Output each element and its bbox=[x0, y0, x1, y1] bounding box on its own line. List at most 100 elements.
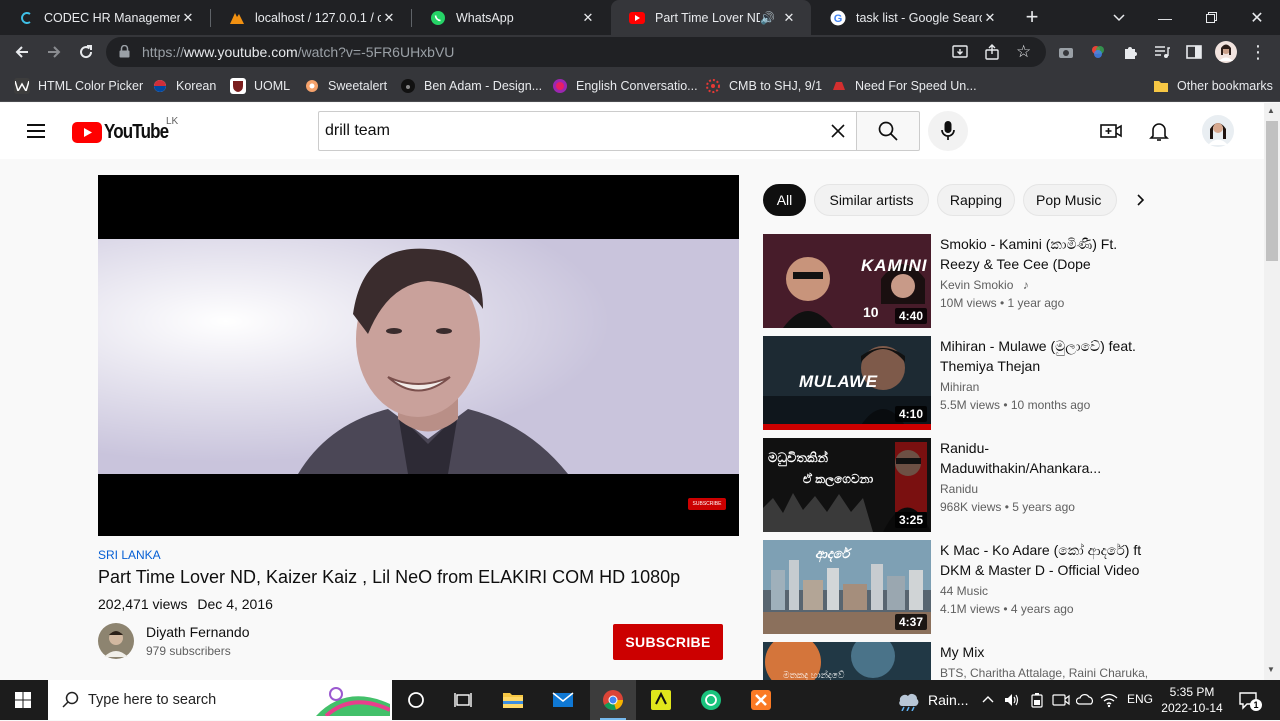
clear-search-icon[interactable] bbox=[829, 122, 847, 145]
search-input[interactable] bbox=[325, 112, 815, 150]
task-view-icon[interactable] bbox=[393, 680, 439, 720]
tab-codec[interactable]: CODEC HR Management ✕ bbox=[0, 0, 210, 35]
upload-date: Dec 4, 2016 bbox=[197, 596, 273, 612]
volume-icon[interactable] bbox=[1004, 692, 1020, 713]
share-icon[interactable] bbox=[984, 44, 1000, 65]
close-tab-icon[interactable]: ✕ bbox=[982, 10, 998, 26]
back-icon[interactable] bbox=[8, 38, 36, 66]
minimize-icon[interactable]: — bbox=[1142, 0, 1188, 35]
forward-icon[interactable] bbox=[40, 38, 68, 66]
bookmark-item[interactable]: UOML bbox=[230, 76, 290, 96]
new-tab-icon[interactable]: + bbox=[1020, 6, 1044, 30]
close-tab-icon[interactable]: ✕ bbox=[580, 10, 596, 26]
recommendation-item[interactable]: KAMINI 10 4:40 Smokio - Kamini (කාමිණී) … bbox=[763, 234, 1153, 328]
lock-icon[interactable] bbox=[119, 44, 130, 63]
recommendation-item[interactable]: මධුවිතකින් ඒ කලගෙවනා 3:25 Ranidu- Maduwi… bbox=[763, 438, 1153, 532]
video-thumbnail[interactable]: මධුවිතකින් ඒ කලගෙවනා 3:25 bbox=[763, 438, 931, 532]
tab-youtube-active[interactable]: Part Time Lover ND, K 🔊 ✕ bbox=[611, 0, 811, 35]
bookmark-item[interactable]: Korean bbox=[152, 76, 216, 96]
video-hashtag[interactable]: SRI LANKA bbox=[98, 548, 161, 562]
chrome-menu-icon[interactable]: ⋮ bbox=[1244, 38, 1272, 66]
thumbnail-subcaption: ඒ කලගෙවනා bbox=[803, 472, 874, 486]
mail-icon[interactable] bbox=[540, 680, 586, 720]
taskbar-search-box[interactable]: Type here to search bbox=[48, 680, 392, 720]
windows-start-icon[interactable] bbox=[0, 680, 46, 720]
page-scrollbar[interactable]: ▲ ▼ bbox=[1264, 103, 1280, 680]
bookmark-item[interactable]: English Conversatio... bbox=[552, 76, 698, 96]
scrollbar-thumb[interactable] bbox=[1266, 121, 1278, 261]
address-bar[interactable]: https://www.youtube.com/watch?v=-5FR6UHx… bbox=[106, 37, 1046, 67]
restore-icon[interactable] bbox=[1188, 0, 1234, 35]
subscribe-button[interactable]: SUBSCRIBE bbox=[613, 624, 723, 660]
battery-icon[interactable] bbox=[1030, 692, 1044, 713]
color-picker-extension-icon[interactable] bbox=[1084, 38, 1112, 66]
sticky-app-icon[interactable] bbox=[638, 680, 684, 720]
chips-next-arrow-icon[interactable] bbox=[1130, 190, 1150, 210]
audio-playing-icon[interactable]: 🔊 bbox=[760, 11, 775, 25]
action-center-icon[interactable]: 1 bbox=[1238, 690, 1262, 711]
tab-whatsapp[interactable]: WhatsApp ✕ bbox=[412, 0, 610, 35]
youtube-logo[interactable]: YouTube bbox=[72, 121, 180, 143]
chip-pop-music[interactable]: Pop Music bbox=[1023, 184, 1117, 216]
bookmark-item[interactable]: Sweetalert bbox=[304, 76, 387, 96]
extensions-puzzle-icon[interactable] bbox=[1116, 38, 1144, 66]
video-thumbnail[interactable]: MULAWE 4:10 bbox=[763, 336, 931, 430]
xampp-icon[interactable] bbox=[738, 680, 784, 720]
video-thumbnail[interactable]: KAMINI 10 4:40 bbox=[763, 234, 931, 328]
channel-avatar[interactable] bbox=[98, 623, 134, 659]
multitasking-icon[interactable] bbox=[440, 680, 486, 720]
chip-rapping[interactable]: Rapping bbox=[937, 184, 1015, 216]
chip-all[interactable]: All bbox=[763, 184, 806, 216]
create-video-icon[interactable] bbox=[1099, 119, 1123, 143]
recommendation-item[interactable]: MULAWE 4:10 Mihiran - Mulawe (මුලාවේ) fe… bbox=[763, 336, 1153, 430]
chip-similar-artists[interactable]: Similar artists bbox=[814, 184, 929, 216]
camera-extension-icon[interactable] bbox=[1052, 38, 1080, 66]
close-tab-icon[interactable]: ✕ bbox=[180, 10, 196, 26]
media-control-icon[interactable] bbox=[1148, 38, 1176, 66]
bookmark-item[interactable]: Need For Speed Un... bbox=[831, 76, 977, 96]
side-panel-icon[interactable] bbox=[1180, 38, 1208, 66]
close-window-icon[interactable]: ✕ bbox=[1234, 0, 1280, 35]
video-frame[interactable] bbox=[98, 239, 739, 474]
close-tab-icon[interactable]: ✕ bbox=[781, 10, 797, 26]
clock-time: 5:35 PM bbox=[1169, 685, 1215, 699]
weather-icon[interactable] bbox=[896, 689, 920, 716]
voice-search-button[interactable] bbox=[928, 111, 968, 151]
show-hidden-icons-chevron-icon[interactable] bbox=[982, 691, 994, 706]
profile-avatar[interactable] bbox=[1212, 38, 1240, 66]
recommendation-item[interactable]: මතකද හාන්දවේ My Mix BTS, Charitha Attala… bbox=[763, 642, 1153, 680]
weather-text[interactable]: Rain... bbox=[928, 692, 968, 708]
tab-google[interactable]: G task list - Google Search ✕ bbox=[812, 0, 1012, 35]
install-app-icon[interactable] bbox=[952, 44, 968, 65]
video-player[interactable]: SUBSCRIBE bbox=[98, 175, 739, 536]
bookmark-star-icon[interactable]: ☆ bbox=[1016, 42, 1031, 62]
bookmark-item[interactable]: Ben Adam - Design... bbox=[400, 76, 542, 96]
other-bookmarks[interactable]: Other bookmarks bbox=[1153, 76, 1273, 96]
file-explorer-icon[interactable] bbox=[490, 680, 536, 720]
search-button[interactable] bbox=[856, 111, 920, 151]
wifi-icon[interactable] bbox=[1100, 692, 1118, 713]
recommendation-item[interactable]: ආදරේ 4:37 K Mac - Ko Adare (කෝ ආදරේ) ft … bbox=[763, 540, 1153, 634]
channel-name[interactable]: Diyath Fernando bbox=[146, 624, 250, 640]
tab-localhost[interactable]: localhost / 127.0.0.1 / cod ✕ bbox=[211, 0, 411, 35]
scroll-up-icon[interactable]: ▲ bbox=[1267, 106, 1275, 115]
close-tab-icon[interactable]: ✕ bbox=[381, 10, 397, 26]
scroll-down-icon[interactable]: ▼ bbox=[1267, 665, 1275, 674]
bookmark-item[interactable]: CMB to SHJ, 9/1 bbox=[705, 76, 822, 96]
recommendation-channel: BTS, Charitha Attalage, Raini Charuka, bbox=[940, 666, 1149, 680]
chatgpt-app-icon[interactable] bbox=[688, 680, 734, 720]
system-clock[interactable]: 5:35 PM 2022-10-14 bbox=[1160, 684, 1224, 716]
reload-icon[interactable] bbox=[72, 38, 100, 66]
hamburger-menu-icon[interactable] bbox=[24, 119, 48, 143]
video-thumbnail[interactable]: ආදරේ 4:37 bbox=[763, 540, 931, 634]
video-thumbnail[interactable]: මතකද හාන්දවේ bbox=[763, 642, 931, 680]
bookmark-item[interactable]: HTML Color Picker bbox=[14, 76, 143, 96]
notifications-bell-icon[interactable] bbox=[1147, 119, 1171, 143]
meet-now-icon[interactable] bbox=[1052, 692, 1070, 713]
tab-search-icon[interactable] bbox=[1096, 0, 1142, 35]
chrome-taskbar-icon[interactable] bbox=[590, 680, 636, 720]
onedrive-icon[interactable] bbox=[1075, 692, 1094, 711]
input-language[interactable]: ENG bbox=[1127, 692, 1153, 706]
account-avatar[interactable] bbox=[1202, 115, 1234, 147]
subscribe-watermark[interactable]: SUBSCRIBE bbox=[688, 498, 726, 510]
